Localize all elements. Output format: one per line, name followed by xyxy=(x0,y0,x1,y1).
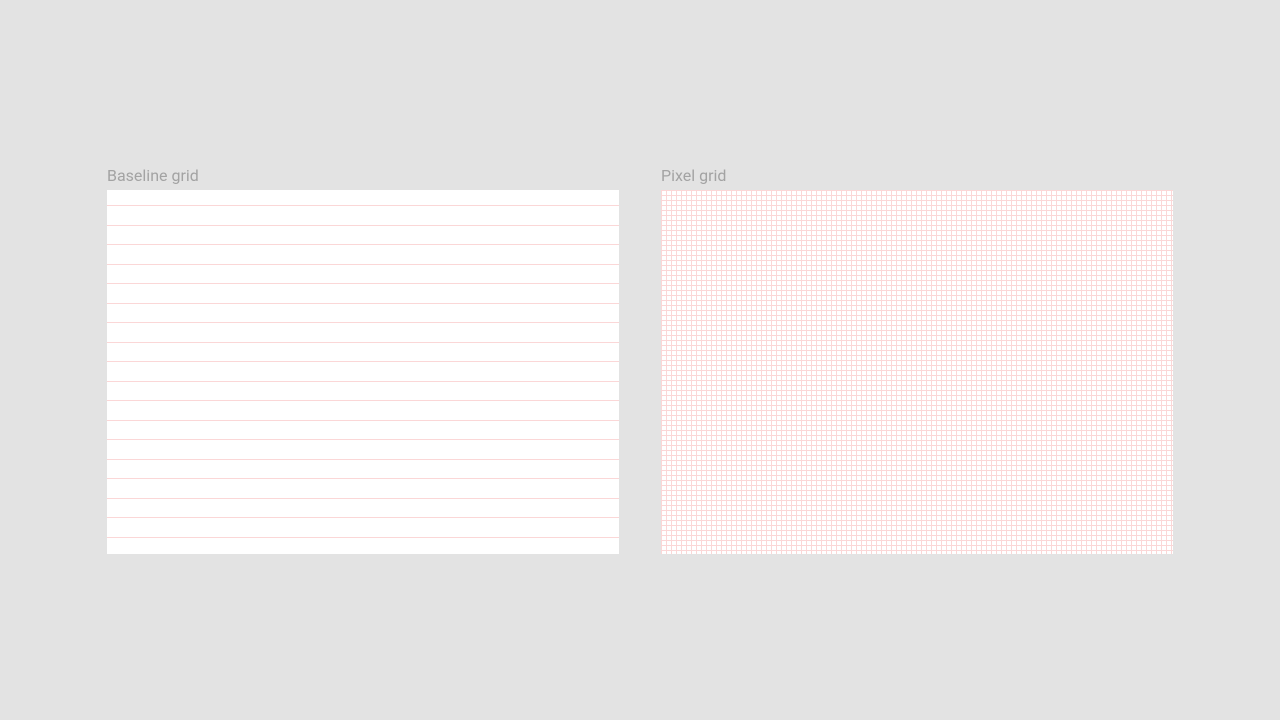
baseline-grid-panel: Baseline grid xyxy=(107,166,619,555)
pixel-grid-label: Pixel grid xyxy=(661,166,1173,187)
baseline-grid-canvas xyxy=(107,190,619,554)
pixel-grid-canvas xyxy=(661,190,1173,554)
pixel-grid-panel: Pixel grid xyxy=(661,166,1173,555)
grid-demo-container: Baseline grid Pixel grid xyxy=(107,166,1173,555)
baseline-grid-label: Baseline grid xyxy=(107,166,619,187)
